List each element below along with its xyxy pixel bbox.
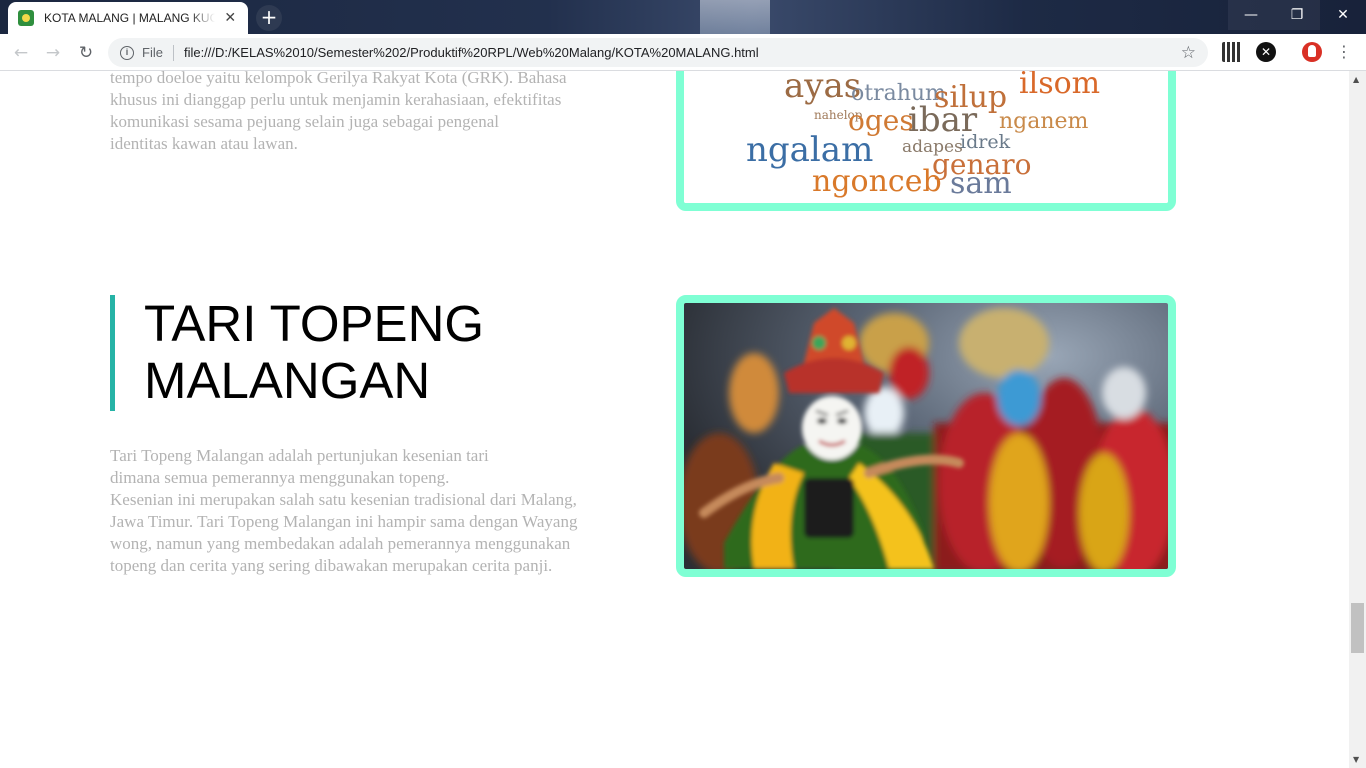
window-minimize-button[interactable]: — [1228, 0, 1274, 30]
browser-toolbar: ← → ↻ i File file:///D:/KELAS%2010/Semes… [0, 34, 1366, 71]
tari-topeng-photo [684, 303, 1168, 569]
cloud-word: ilsom [1019, 71, 1101, 101]
bookmark-star-icon[interactable]: ☆ [1181, 43, 1196, 63]
page-scrollbar[interactable]: ▲ ▼ [1349, 71, 1366, 768]
window-close-button[interactable]: ✕ [1320, 0, 1366, 30]
text-line: identitas kawan atau lawan. [110, 134, 298, 153]
cloud-word: ngalam [746, 130, 874, 170]
cloud-word: nganem [999, 109, 1089, 134]
tab-title: KOTA MALANG | MALANG KUCECWARA [44, 11, 215, 25]
text-line: wong, namun yang membedakan adalah pemer… [110, 534, 571, 553]
profile-avatar-icon[interactable] [1302, 42, 1322, 62]
extension-badge-icon[interactable]: ✕ [1256, 42, 1276, 62]
section-heading: TARI TOPENG MALANGAN [110, 295, 630, 411]
url-text[interactable]: file:///D:/KELAS%2010/Semester%202/Produ… [184, 45, 1181, 60]
text-line: komunikasi sesama pejuang selain juga se… [110, 112, 499, 131]
address-bar[interactable]: i File file:///D:/KELAS%2010/Semester%20… [108, 38, 1208, 67]
window-title-bar: KOTA MALANG | MALANG KUCECWARA ✕ + — ❐ ✕ [0, 0, 1366, 34]
cloud-word: ngonceb [812, 164, 942, 199]
text-line: Kesenian ini merupakan salah satu keseni… [110, 490, 577, 509]
page-viewport: tempo doeloe yaitu kelompok Gerilya Raky… [0, 71, 1349, 768]
site-favicon-icon [18, 10, 34, 26]
word-cloud-frame: ayas otrahum silup ilsom nahelop oges ib… [676, 71, 1176, 211]
reload-icon[interactable]: ↻ [73, 40, 99, 66]
tari-topeng-photo-frame [676, 295, 1176, 577]
text-line: Tari Topeng Malangan adalah pertunjukan … [110, 446, 489, 465]
window-restore-button[interactable]: ❐ [1274, 0, 1320, 30]
tab-close-icon[interactable]: ✕ [223, 10, 239, 26]
cloud-word: sam [950, 166, 1012, 201]
site-info-icon[interactable]: i [120, 45, 134, 60]
tari-topeng-description: Tari Topeng Malangan adalah pertunjukan … [110, 445, 640, 577]
forward-arrow-icon[interactable]: → [40, 40, 66, 66]
section-title-line2: MALANGAN [144, 352, 431, 409]
address-separator [172, 44, 174, 61]
scheme-label: File [142, 45, 163, 60]
scroll-up-arrow-icon[interactable]: ▲ [1353, 75, 1359, 84]
text-line: Jawa Timur. Tari Topeng Malangan ini ham… [110, 512, 578, 531]
back-arrow-icon[interactable]: ← [8, 40, 34, 66]
text-line: topeng dan cerita yang sering dibawakan … [110, 556, 553, 575]
browser-menu-icon[interactable]: ⋮ [1334, 42, 1354, 62]
previous-section-text: tempo doeloe yaitu kelompok Gerilya Raky… [110, 71, 650, 155]
cloud-word: ayas [784, 71, 862, 106]
text-line: dimana semua pemerannya menggunakan tope… [110, 468, 450, 487]
browser-tab[interactable]: KOTA MALANG | MALANG KUCECWARA ✕ [8, 2, 248, 34]
title-bar-background-glow [700, 0, 770, 34]
word-cloud-image: ayas otrahum silup ilsom nahelop oges ib… [684, 71, 1168, 203]
extension-qr-icon[interactable] [1222, 42, 1242, 62]
text-line: tempo doeloe yaitu kelompok Gerilya Raky… [110, 71, 567, 87]
text-line: khusus ini dianggap perlu untuk menjamin… [110, 90, 562, 109]
new-tab-button[interactable]: + [256, 5, 282, 31]
dancers-illustration [684, 308, 1168, 569]
scroll-down-arrow-icon[interactable]: ▼ [1353, 755, 1359, 764]
scrollbar-thumb[interactable] [1351, 603, 1364, 653]
section-title-line1: TARI TOPENG [144, 295, 485, 352]
